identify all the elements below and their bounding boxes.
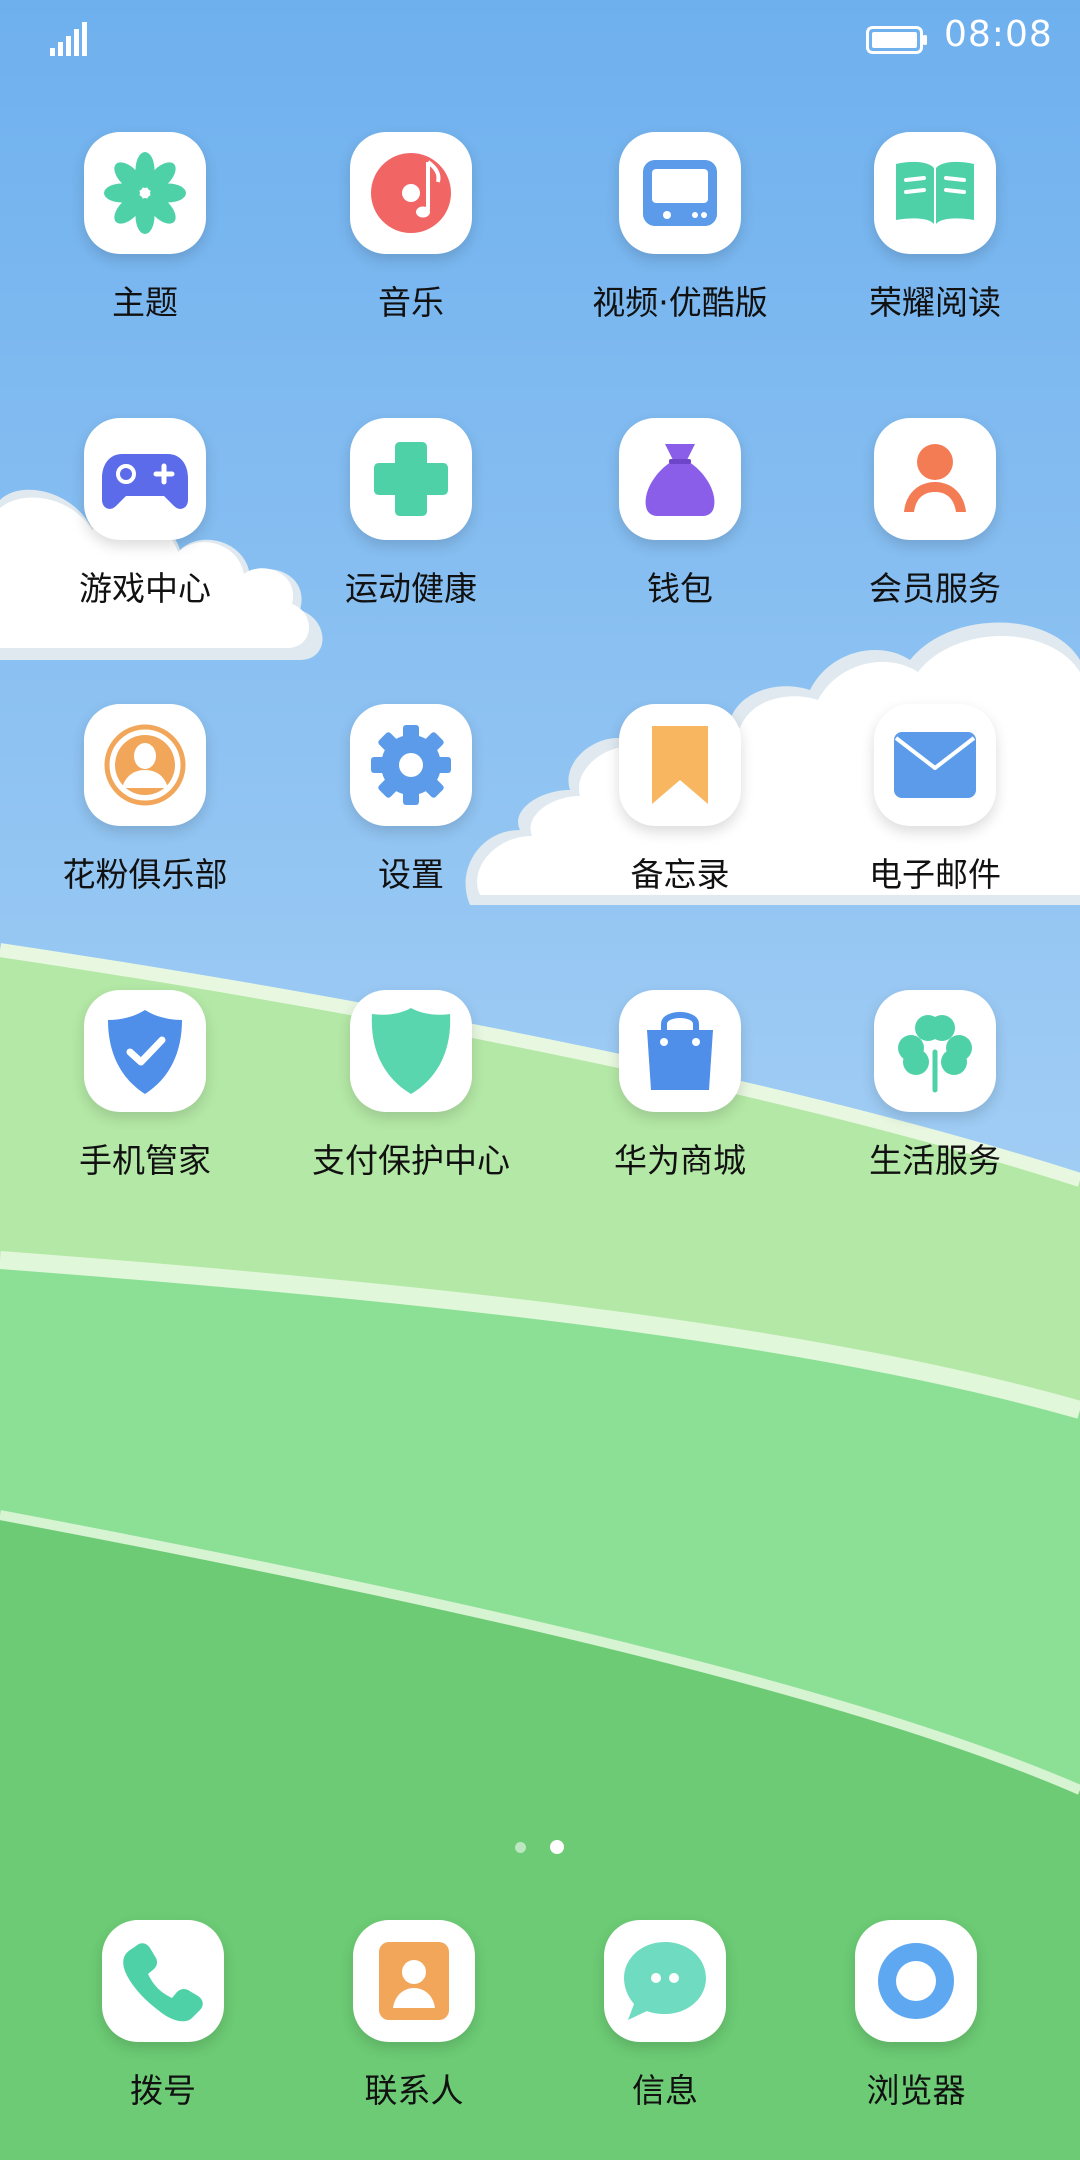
app-label: 运动健康 [345, 569, 477, 608]
health-cross-icon [350, 418, 472, 540]
mail-icon [874, 704, 996, 826]
app-fan-club[interactable]: 花粉俱乐部 [15, 704, 275, 896]
app-label: 信息 [632, 2071, 698, 2110]
app-label: 设置 [378, 855, 444, 894]
app-sports-health[interactable]: 运动健康 [281, 418, 541, 610]
app-label: 游戏中心 [79, 569, 211, 608]
app-memo[interactable]: 备忘录 [550, 704, 810, 896]
app-theme[interactable]: 主题 [15, 132, 275, 324]
app-label: 手机管家 [79, 1141, 211, 1180]
dock-messages[interactable]: 信息 [535, 1920, 795, 2112]
book-icon [874, 132, 996, 254]
app-settings[interactable]: 设置 [281, 704, 541, 896]
app-label: 视频·优酷版 [592, 283, 768, 322]
contacts-icon [353, 1920, 475, 2042]
app-huawei-store[interactable]: 华为商城 [550, 990, 810, 1182]
app-label: 荣耀阅读 [869, 283, 1001, 322]
video-icon [619, 132, 741, 254]
gear-icon [350, 704, 472, 826]
shopping-bag-icon [619, 990, 741, 1112]
app-video[interactable]: 视频·优酷版 [550, 132, 810, 324]
app-email[interactable]: 电子邮件 [805, 704, 1065, 896]
app-life-service[interactable]: 生活服务 [805, 990, 1065, 1182]
music-icon [350, 132, 472, 254]
browser-icon [855, 1920, 977, 2042]
app-label: 钱包 [647, 569, 713, 608]
shield-icon [350, 990, 472, 1112]
message-icon [604, 1920, 726, 2042]
shield-check-icon [84, 990, 206, 1112]
status-bar: 08:08 [0, 0, 1080, 80]
page-dot-active[interactable] [550, 1840, 564, 1854]
app-label: 花粉俱乐部 [62, 855, 228, 894]
app-member-service[interactable]: 会员服务 [805, 418, 1065, 610]
dock-browser[interactable]: 浏览器 [786, 1920, 1046, 2112]
app-label: 拨号 [130, 2071, 196, 2110]
app-label: 生活服务 [869, 1141, 1001, 1180]
clover-icon [874, 990, 996, 1112]
app-label: 支付保护中心 [312, 1141, 510, 1180]
page-dot[interactable] [515, 1842, 526, 1853]
status-time: 08:08 [944, 14, 1053, 55]
app-label: 浏览器 [866, 2071, 966, 2110]
app-label: 会员服务 [869, 569, 1001, 608]
club-user-icon [84, 704, 206, 826]
wallet-bag-icon [619, 418, 741, 540]
app-music[interactable]: 音乐 [281, 132, 541, 324]
app-honor-reading[interactable]: 荣耀阅读 [805, 132, 1065, 324]
phone-icon [102, 1920, 224, 2042]
member-icon [874, 418, 996, 540]
dock-dialer[interactable]: 拨号 [33, 1920, 293, 2112]
bookmark-icon [619, 704, 741, 826]
theme-icon [84, 132, 206, 254]
app-wallet[interactable]: 钱包 [550, 418, 810, 610]
app-game-center[interactable]: 游戏中心 [15, 418, 275, 610]
dock-contacts[interactable]: 联系人 [284, 1920, 544, 2112]
app-label: 联系人 [364, 2071, 464, 2110]
app-label: 主题 [112, 283, 178, 322]
gamepad-icon [84, 418, 206, 540]
signal-icon [50, 22, 87, 56]
page-indicator[interactable] [0, 1838, 1080, 1858]
app-label: 音乐 [378, 283, 444, 322]
app-payment-protection[interactable]: 支付保护中心 [281, 990, 541, 1182]
battery-icon [866, 26, 927, 54]
app-label: 电子邮件 [869, 855, 1001, 894]
app-label: 备忘录 [630, 855, 730, 894]
app-phone-manager[interactable]: 手机管家 [15, 990, 275, 1182]
app-label: 华为商城 [614, 1141, 746, 1180]
